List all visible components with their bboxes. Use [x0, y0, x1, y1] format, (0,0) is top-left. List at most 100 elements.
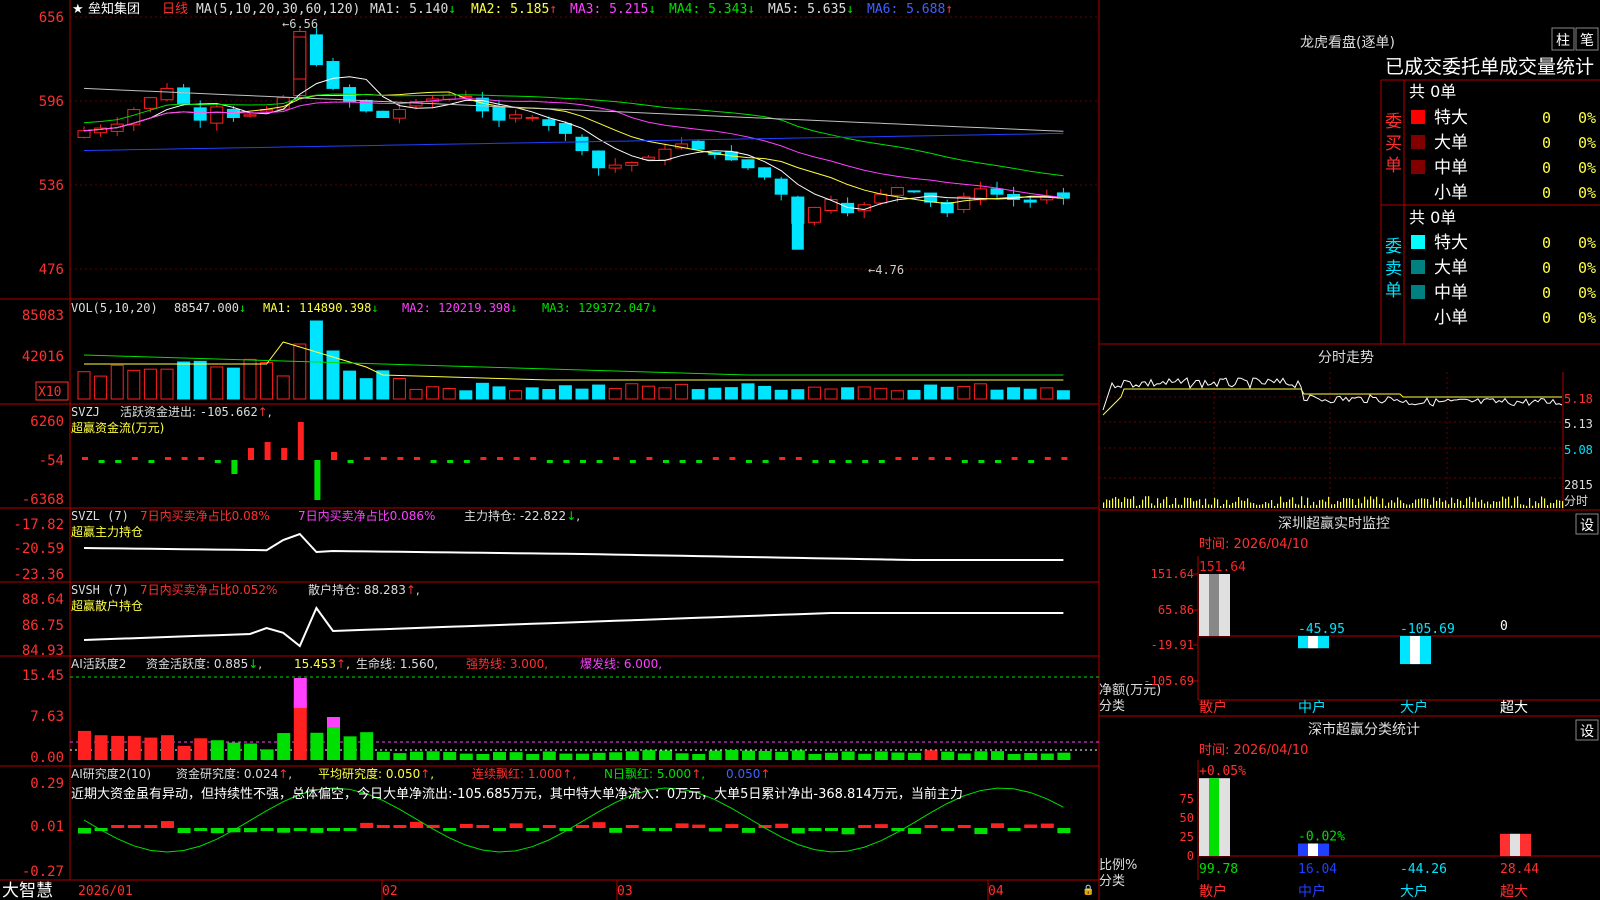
- fenshi-vol-bar: [1421, 498, 1423, 508]
- svzj-bar: [729, 457, 736, 460]
- lhb-row-pct: 0%: [1578, 234, 1596, 252]
- vol-bar: [841, 387, 855, 400]
- ai1-bar: [957, 753, 971, 760]
- ai2-tick: 0.29: [30, 776, 64, 792]
- vol-bar: [957, 386, 971, 400]
- ai2-bar: [277, 828, 291, 833]
- vol-bar: [475, 382, 489, 400]
- vol-bar: [691, 389, 705, 400]
- lhb-header: 已成交委托单成交量统计: [1385, 56, 1594, 78]
- vol-bar: [276, 375, 290, 400]
- fenshi-vol-bar: [1244, 500, 1246, 508]
- classify-bar-shine: [1308, 843, 1318, 856]
- fenshi-vol-bar: [1382, 498, 1384, 508]
- fenshi-vol-bar: [1283, 502, 1285, 508]
- vol-bar: [392, 377, 406, 400]
- fenshi-vol-bar: [1502, 496, 1504, 508]
- vol-tick: 85083: [22, 308, 64, 324]
- fenshi-vol-bar: [1508, 496, 1510, 508]
- svzl-ratio2: 7日内买卖净占比0.086%: [298, 508, 435, 523]
- ai1-bar: [808, 753, 822, 760]
- fenshi-vol-bar: [1280, 496, 1282, 508]
- fenshi-vol-bar: [1220, 505, 1222, 508]
- monitor-category: 散户: [1199, 699, 1227, 716]
- fenshi-unit: 分时: [1564, 494, 1588, 508]
- classify-settings-label: 设: [1580, 724, 1594, 740]
- fenshi-vol-bar: [1232, 502, 1234, 508]
- monitor-bar-shine: [1410, 636, 1420, 665]
- fenshi-vol-bar: [1427, 499, 1429, 508]
- ma5-dir: ↓: [846, 2, 854, 17]
- fenshi-vol-bar: [1418, 498, 1420, 508]
- classify-tick: 0: [1187, 849, 1194, 863]
- ai1-bar: [78, 730, 91, 760]
- vol-bar: [791, 389, 805, 400]
- star-icon[interactable]: ★: [72, 2, 84, 17]
- vol-bar: [210, 366, 224, 400]
- svzj-bar: [131, 457, 138, 460]
- classify-title: 深市超赢分类统计: [1308, 721, 1420, 738]
- svzj-bar: [995, 460, 1001, 463]
- lhb-row-value: 0: [1542, 259, 1551, 277]
- fenshi-vol-bar: [1268, 503, 1270, 508]
- fenshi-vol-bar: [1124, 497, 1126, 508]
- monitor-bar-label: -105.69: [1400, 622, 1455, 637]
- vol-bar: [94, 375, 108, 400]
- classify-tick: 50: [1180, 811, 1194, 825]
- ai1-bar: [725, 750, 739, 760]
- ai2-bar: [576, 825, 589, 828]
- ai2-bar: [327, 828, 340, 831]
- lhb-row-pct: 0%: [1578, 159, 1596, 177]
- lhb-row-value: 0: [1542, 184, 1551, 202]
- fenshi-vol-bar: [1379, 504, 1381, 508]
- svg-text:MA3: 5.215↓: MA3: 5.215↓: [570, 2, 656, 17]
- fenshi-vol-bar: [1352, 499, 1354, 508]
- ai1-bar: [742, 750, 755, 760]
- fenshi-vol-bar: [1520, 504, 1522, 508]
- classify-bar-shine: [1510, 833, 1520, 856]
- fenshi-vol-bar: [1133, 496, 1135, 508]
- svzl-tick: -23.36: [13, 567, 64, 583]
- fenshi-vol-bar: [1103, 502, 1105, 508]
- fenshi-vol-bar: [1214, 497, 1216, 508]
- fenshi-vol-bar: [1559, 500, 1561, 508]
- period-label[interactable]: 日线: [162, 2, 188, 17]
- fenshi-vol-bar: [1535, 501, 1537, 508]
- fenshi-vol-bar: [1355, 505, 1357, 508]
- vol-ma3: MA3: 129372.047↓: [542, 301, 658, 315]
- candle: [509, 114, 523, 119]
- ai1-bar: [210, 740, 224, 760]
- vol-bar: [442, 387, 456, 400]
- svzj-bar: [380, 457, 387, 460]
- lock-icon[interactable]: 🔒: [1082, 884, 1094, 896]
- fenshi-vol-bar: [1487, 501, 1489, 508]
- vol-bar: [1007, 387, 1021, 400]
- classify-category: 超大: [1500, 884, 1528, 900]
- svzj-bar: [181, 457, 188, 460]
- fenshi-chart: [1099, 372, 1564, 510]
- vol-bar: [641, 385, 655, 400]
- fenshi-vol-bar: [1517, 496, 1519, 508]
- svzj-bar: [231, 460, 238, 474]
- ai1-bar: [692, 753, 706, 760]
- classify-value: 28.44: [1500, 862, 1539, 877]
- ai2-bar: [924, 825, 938, 828]
- fenshi-vol-bar: [1346, 498, 1348, 508]
- candle: [558, 123, 572, 134]
- fenshi-vol-bar: [1340, 501, 1342, 508]
- monitor-tick: 151.64: [1151, 567, 1194, 581]
- svzl-path: [83, 532, 1064, 561]
- fenshi-vol-bar: [1394, 502, 1396, 508]
- svsh-title: SVSH (7): [71, 583, 129, 597]
- fenshi-vol-bar: [1316, 504, 1318, 508]
- ma3-value: 5.215: [609, 2, 648, 17]
- candle: [160, 87, 174, 101]
- svzj-bar: [347, 460, 354, 463]
- fenshi-vol-bar: [1499, 501, 1501, 508]
- svzj-title: SVZJ: [71, 405, 100, 419]
- svzj-bar: [812, 460, 819, 463]
- ai1-bar: [576, 753, 589, 760]
- svzl-hold: 主力持仓: -22.822↓,: [464, 508, 580, 523]
- lhb-row-value: 0: [1542, 234, 1551, 252]
- stock-chart-window: 656 596 536 476 85083 42016 6260 -54 -63…: [0, 0, 1600, 900]
